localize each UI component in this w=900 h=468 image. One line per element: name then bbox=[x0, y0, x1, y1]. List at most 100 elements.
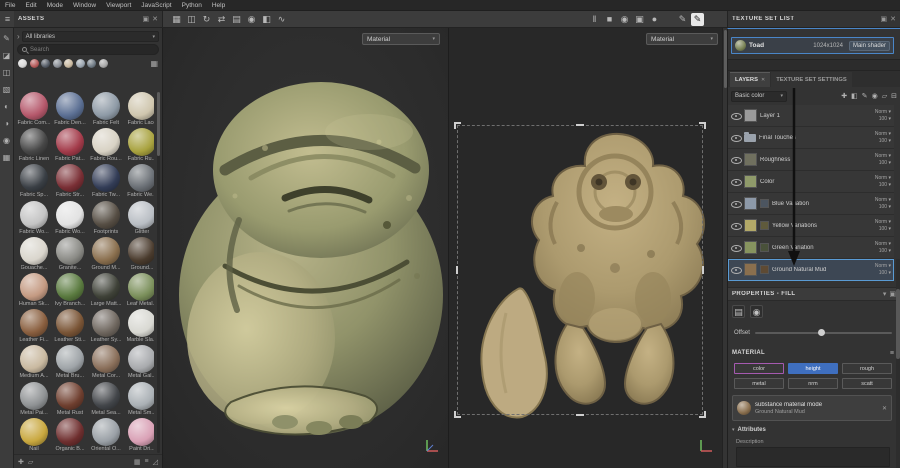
channel-metal-button[interactable]: metal bbox=[734, 378, 784, 389]
smudge-tool-icon[interactable]: ◐ bbox=[4, 102, 9, 111]
layer-opacity-select[interactable]: 100 ▾ bbox=[879, 116, 891, 122]
layer-opacity-select[interactable]: 100 ▾ bbox=[879, 270, 891, 276]
material-item-human-sk[interactable]: Human Sk... bbox=[17, 273, 51, 308]
material-item-oriental-o[interactable]: Oriental O... bbox=[89, 418, 123, 453]
visibility-eye-icon[interactable] bbox=[731, 222, 741, 230]
material-item-leather-sy[interactable]: Leather Sy... bbox=[89, 309, 123, 344]
material-item-metal-gal[interactable]: Metal Gal... bbox=[125, 345, 154, 380]
material-item-ground[interactable]: Ground... bbox=[125, 237, 154, 272]
filter-materials-icon[interactable] bbox=[30, 59, 39, 68]
layer-row-ground-natural-mud[interactable]: Ground Natural MudNorm ▾100 ▾ bbox=[728, 259, 894, 281]
eraser-tool-icon[interactable]: ◪ bbox=[3, 51, 11, 60]
filter-all-assets-icon[interactable] bbox=[18, 59, 27, 68]
add-mask-icon[interactable]: ◉ bbox=[872, 92, 878, 100]
add-fill-layer-icon[interactable]: ◧ bbox=[851, 92, 858, 100]
material-item-metal-cor[interactable]: Metal Cor... bbox=[89, 345, 123, 380]
layer-row-blue-variation[interactable]: Blue VariationNorm ▾100 ▾ bbox=[728, 193, 894, 215]
material-picker-tool-icon[interactable]: ◉ bbox=[3, 136, 10, 145]
material-item-paint-dri[interactable]: Paint Dri... bbox=[125, 418, 154, 453]
menu-item-window[interactable]: Window bbox=[68, 2, 101, 9]
selection-handle[interactable] bbox=[454, 411, 461, 418]
lazy-mouse-icon[interactable]: ∿ bbox=[275, 13, 288, 26]
filter-alphas-icon[interactable] bbox=[76, 59, 85, 68]
material-item-fabric-we[interactable]: Fabric We... bbox=[125, 164, 154, 199]
2d-uv-viewport[interactable]: Material ▾ bbox=[448, 28, 722, 468]
close-tab-icon[interactable]: ✕ bbox=[761, 77, 765, 83]
add-paint-layer-icon[interactable]: ✎ bbox=[862, 92, 868, 100]
offset-slider-handle[interactable] bbox=[818, 329, 825, 336]
material-item-large-matt[interactable]: Large Matt... bbox=[89, 273, 123, 308]
blend-mode-dropdown[interactable]: Basic color ▾ bbox=[731, 91, 787, 102]
material-item-nail[interactable]: Nail bbox=[17, 418, 51, 453]
dock-panel-icon[interactable]: ▣ bbox=[881, 15, 888, 23]
list-view-icon[interactable]: ≡ bbox=[145, 458, 149, 465]
menu-item-javascript[interactable]: JavaScript bbox=[136, 2, 176, 9]
delete-layer-icon[interactable]: ⊟ bbox=[891, 92, 897, 100]
paint-brush-tool-icon[interactable]: ✎ bbox=[3, 34, 10, 43]
layer-opacity-select[interactable]: 100 ▾ bbox=[879, 182, 891, 188]
thumbnail-size-icon[interactable]: ▦ bbox=[134, 458, 141, 466]
fill-properties-icon[interactable]: ▤ bbox=[732, 305, 745, 318]
channels-menu-icon[interactable]: ≡ bbox=[890, 350, 894, 357]
visibility-eye-icon[interactable] bbox=[731, 156, 741, 164]
selection-handle[interactable] bbox=[576, 124, 584, 126]
pause-icon[interactable]: ‖ bbox=[588, 13, 601, 26]
selection-handle[interactable] bbox=[699, 122, 706, 129]
layer-opacity-select[interactable]: 100 ▾ bbox=[879, 226, 891, 232]
tab-layers[interactable]: LAYERS ✕ bbox=[730, 72, 770, 87]
stop-icon[interactable]: ■ bbox=[603, 13, 616, 26]
layer-row-color[interactable]: ColorNorm ▾100 ▾ bbox=[728, 171, 894, 193]
layer-row-layer-1[interactable]: Layer 1Norm ▾100 ▾ bbox=[728, 105, 894, 127]
material-item-fabric-sp[interactable]: Fabric Sp... bbox=[17, 164, 51, 199]
material-item-ivy-branch[interactable]: Ivy Branch... bbox=[53, 273, 87, 308]
layer-row-roughness[interactable]: RoughnessNorm ▾100 ▾ bbox=[728, 149, 894, 171]
resize-grip-icon[interactable]: ◿ bbox=[153, 458, 158, 466]
menu-item-mode[interactable]: Mode bbox=[42, 2, 68, 9]
channel-color-button[interactable]: color bbox=[734, 363, 784, 374]
menu-item-python[interactable]: Python bbox=[177, 2, 207, 9]
offset-slider[interactable] bbox=[755, 332, 892, 334]
rotate-view-icon[interactable]: ↻ bbox=[200, 13, 213, 26]
3d-viewport[interactable]: Material ▾ bbox=[163, 28, 448, 468]
add-asset-icon[interactable]: ✚ bbox=[18, 458, 24, 466]
mirror-icon[interactable]: ⇄ bbox=[215, 13, 228, 26]
channel-nrm-button[interactable]: nrm bbox=[788, 378, 838, 389]
material-item-glitter[interactable]: Glitter bbox=[125, 201, 154, 236]
layer-blend-select[interactable]: Norm ▾ bbox=[875, 263, 891, 269]
material-item-organic-b[interactable]: Organic B... bbox=[53, 418, 87, 453]
add-effect-icon[interactable]: ✚ bbox=[841, 92, 847, 100]
material-item-fabric-linen[interactable]: Fabric Linen bbox=[17, 128, 51, 163]
material-item-gouache[interactable]: Gouache... bbox=[17, 237, 51, 272]
selection-handle[interactable] bbox=[699, 411, 706, 418]
visibility-eye-icon[interactable] bbox=[731, 178, 741, 186]
menu-item-viewport[interactable]: Viewport bbox=[101, 2, 136, 9]
layer-opacity-select[interactable]: 100 ▾ bbox=[879, 138, 891, 144]
filter-smart-masks-icon[interactable] bbox=[53, 59, 62, 68]
pen-settings-icon[interactable]: ✎ bbox=[676, 13, 689, 26]
tab-texture-set-settings[interactable]: TEXTURE SET SETTINGS bbox=[771, 72, 852, 87]
material-item-ground-m[interactable]: Ground M... bbox=[89, 237, 123, 272]
material-item-medium-a[interactable]: Medium A... bbox=[17, 345, 51, 380]
fill-mode-icon[interactable]: ▦ bbox=[170, 13, 183, 26]
texture-set-shader-button[interactable]: Main shader bbox=[849, 41, 890, 51]
layer-row-final-touches[interactable]: Final TouchesNorm ▾100 ▾ bbox=[728, 127, 894, 149]
filter-particles-icon[interactable] bbox=[99, 59, 108, 68]
visibility-eye-icon[interactable] bbox=[731, 200, 741, 208]
filter-smart-materials-icon[interactable] bbox=[41, 59, 50, 68]
add-folder-icon[interactable]: ▱ bbox=[882, 92, 887, 100]
material-item-fabric-rou[interactable]: Fabric Rou... bbox=[89, 128, 123, 163]
panel-splitter[interactable] bbox=[728, 59, 900, 71]
material-item-metal-rust[interactable]: Metal Rust bbox=[53, 382, 87, 417]
clone-tool-icon[interactable]: ◑ bbox=[4, 119, 9, 128]
channel-scatt-button[interactable]: scatt bbox=[842, 378, 892, 389]
collapse-chevron-icon[interactable]: › bbox=[17, 33, 20, 41]
attributes-section[interactable]: ▾ Attributes bbox=[732, 427, 766, 433]
split-view-icon[interactable]: ◫ bbox=[185, 13, 198, 26]
filter-textures-icon[interactable] bbox=[64, 59, 73, 68]
record-icon[interactable]: ● bbox=[648, 13, 661, 26]
layer-opacity-select[interactable]: 100 ▾ bbox=[879, 248, 891, 254]
visibility-eye-icon[interactable] bbox=[731, 244, 741, 252]
material-item-fabric-str[interactable]: Fabric Str... bbox=[53, 164, 87, 199]
active-brush-icon[interactable]: ✎ bbox=[691, 13, 704, 26]
material-mode-box[interactable]: substance material mode Ground Natural M… bbox=[732, 395, 892, 421]
